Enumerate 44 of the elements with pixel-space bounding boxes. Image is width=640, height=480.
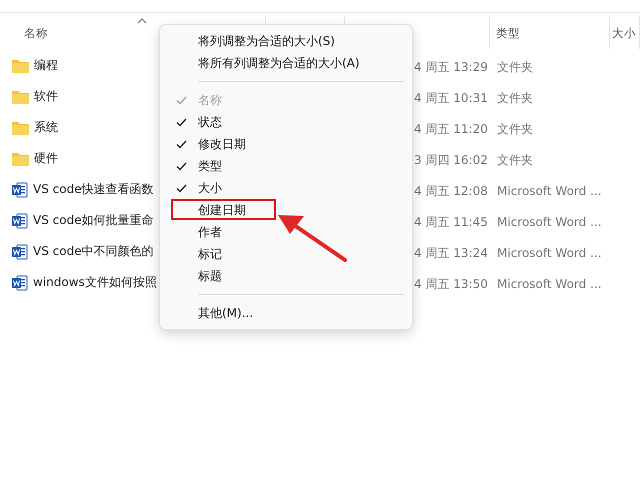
type-cell: 文件夹 — [497, 90, 533, 104]
menu-item[interactable]: 其他(M)... — [164, 302, 408, 324]
menu-item[interactable]: 修改日期 — [164, 133, 408, 155]
menu-item[interactable]: 将所有列调整为合适的大小(A) — [164, 52, 408, 74]
column-header[interactable]: 大小 — [610, 17, 640, 49]
menu-item[interactable]: 状态 — [164, 111, 408, 133]
type-cell: Microsoft Word ... — [497, 184, 602, 198]
menu-item[interactable]: 类型 — [164, 155, 408, 177]
type-cell: Microsoft Word ... — [497, 246, 602, 260]
date-cell: 4 周五 11:45 — [414, 214, 488, 228]
menu-item[interactable]: 大小 — [164, 177, 408, 199]
folder-icon — [12, 120, 29, 134]
type-cell: Microsoft Word ... — [497, 277, 602, 291]
folder-icon — [12, 152, 29, 166]
type-cell: 文件夹 — [497, 60, 533, 74]
date-cell: 4 周五 12:08 — [414, 184, 488, 198]
date-cell: 4 周五 13:24 — [414, 246, 488, 260]
menu-item[interactable]: 标题 — [164, 265, 408, 287]
file-name[interactable]: VS code快速查看函数 — [33, 181, 154, 198]
folder-icon — [12, 90, 29, 104]
menu-item[interactable]: 标记 — [164, 243, 408, 265]
date-cell: 4 周五 10:31 — [414, 90, 488, 104]
type-cell: Microsoft Word ... — [497, 215, 602, 229]
file-name[interactable]: VS code中不同颜色的 — [33, 243, 154, 260]
type-cell: 文件夹 — [497, 152, 533, 166]
word-document-icon — [12, 212, 28, 228]
word-document-icon — [12, 274, 28, 290]
date-cell: 4 周五 13:50 — [414, 276, 488, 290]
menu-item[interactable]: 作者 — [164, 221, 408, 243]
date-cell: 3 周四 16:02 — [414, 152, 488, 166]
date-cell: 4 周五 11:20 — [414, 122, 488, 136]
column-header[interactable]: 类型 — [490, 17, 610, 49]
word-document-icon — [12, 244, 28, 260]
menu-item[interactable]: 创建日期 — [164, 199, 408, 221]
word-document-icon — [12, 182, 28, 198]
file-name[interactable]: 编程 — [34, 57, 58, 74]
type-cell: 文件夹 — [497, 122, 533, 136]
date-cell: 4 周五 13:29 — [414, 60, 488, 74]
file-name[interactable]: windows文件如何按照 — [33, 274, 157, 291]
folder-icon — [12, 58, 29, 72]
file-name[interactable]: 软件 — [34, 88, 58, 105]
file-name[interactable]: 系统 — [34, 119, 58, 136]
file-name[interactable]: 硬件 — [34, 150, 58, 167]
file-name[interactable]: VS code如何批量重命 — [33, 212, 154, 229]
